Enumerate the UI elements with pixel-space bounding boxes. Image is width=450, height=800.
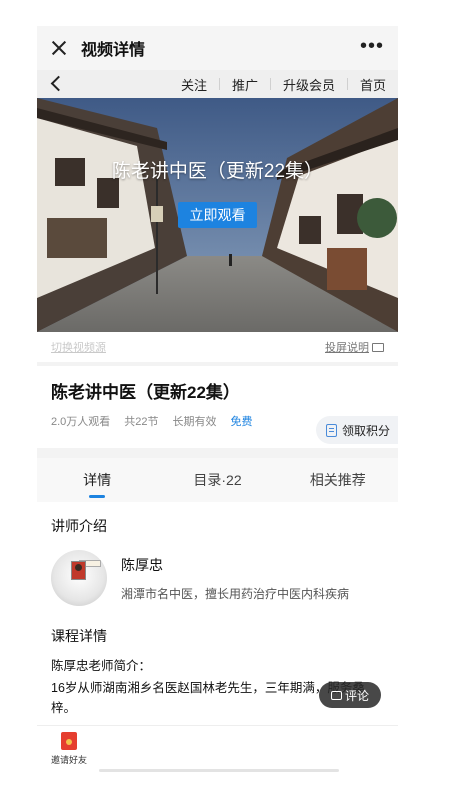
video-sub-bar: 切换视频源 投屏说明 <box>37 332 398 362</box>
watch-now-button[interactable]: 立即观看 <box>178 202 257 228</box>
cast-help-label: 投屏说明 <box>325 342 369 354</box>
detail-intro: 陈厚忠老师简介： <box>51 659 152 673</box>
comment-button[interactable]: 评论 <box>319 682 381 708</box>
lecturer-card[interactable]: 陈厚忠 湘潭市名中医，擅长用药治疗中医内科疾病 <box>37 550 398 606</box>
points-icon <box>325 423 337 437</box>
cast-help-link[interactable]: 投屏说明 <box>325 339 384 355</box>
lecturer-text: 陈厚忠 湘潭市名中医，擅长用药治疗中医内科疾病 <box>121 555 349 602</box>
view-count: 2.0万人观看 <box>51 416 111 428</box>
phone-screen: 视频详情 ••• 关注 推广 升级会员 首页 陈老讲中医（更新22集） 立即观看… <box>37 26 398 776</box>
tab-catalog[interactable]: 目录·22 <box>157 458 277 502</box>
invite-friends-button[interactable]: 邀请好友 <box>49 732 89 766</box>
lecturer-description: 湘潭市名中医，擅长用药治疗中医内科疾病 <box>121 586 350 601</box>
avatar <box>51 550 107 606</box>
bottom-bar: 邀请好友 <box>37 725 398 776</box>
back-arrow-icon[interactable] <box>37 70 77 98</box>
home-indicator <box>99 769 339 772</box>
video-title: 陈老讲中医（更新22集） <box>111 161 324 182</box>
nav-upgrade-link[interactable]: 升级会员 <box>271 75 347 94</box>
detail-section-title: 课程详情 <box>51 628 107 644</box>
switch-source-link[interactable]: 切换视频源 <box>51 339 106 355</box>
course-title: 陈老讲中医（更新22集） <box>51 383 240 402</box>
validity: 长期有效 <box>172 416 217 428</box>
close-icon[interactable] <box>49 38 69 58</box>
nav-bar: 关注 推广 升级会员 首页 <box>37 70 398 98</box>
divider <box>37 448 398 458</box>
tab-related[interactable]: 相关推荐 <box>278 458 398 502</box>
red-envelope-icon <box>61 732 77 750</box>
course-info: 陈老讲中医（更新22集） 2.0万人观看 共22节 长期有效 免费 领取积分 <box>37 366 398 448</box>
claim-points-button[interactable]: 领取积分 <box>315 416 398 444</box>
portrait <box>71 561 86 580</box>
price-badge: 免费 <box>230 416 253 428</box>
lecturer-section-title: 讲师介绍 <box>51 518 107 534</box>
title-bar: 视频详情 ••• <box>37 26 398 70</box>
screen-cast-icon <box>372 342 384 352</box>
nav-links: 关注 推广 升级会员 首页 <box>77 75 398 94</box>
nav-promote-link[interactable]: 推广 <box>220 75 270 94</box>
video-banner[interactable]: 陈老讲中医（更新22集） 立即观看 <box>37 98 398 332</box>
comment-icon <box>330 690 342 700</box>
tab-bar: 详情 目录·22 相关推荐 <box>37 458 398 502</box>
claim-points-label: 领取积分 <box>341 423 390 438</box>
section-count: 共22节 <box>124 416 159 428</box>
comment-label: 评论 <box>344 688 369 703</box>
tab-details[interactable]: 详情 <box>37 458 157 502</box>
nav-follow-link[interactable]: 关注 <box>169 75 219 94</box>
nav-home-link[interactable]: 首页 <box>348 75 398 94</box>
page-title: 视频详情 <box>81 42 146 59</box>
lecturer-name: 陈厚忠 <box>121 556 163 573</box>
invite-label: 邀请好友 <box>50 755 87 765</box>
more-options-icon[interactable]: ••• <box>360 36 384 56</box>
